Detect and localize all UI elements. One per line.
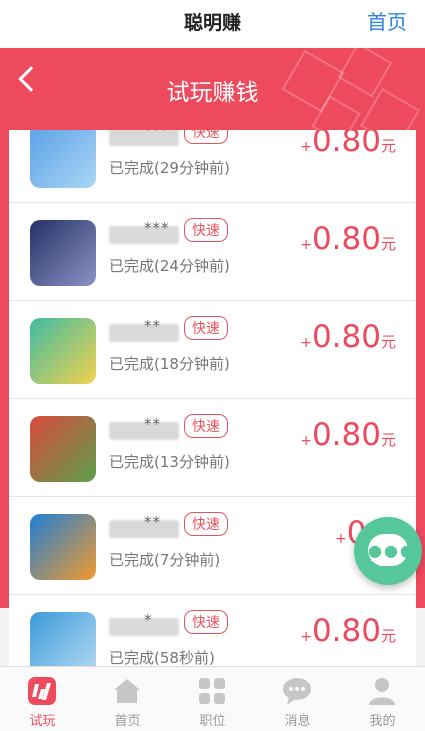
speed-tag: 快速: [184, 610, 228, 634]
home-link[interactable]: 首页: [367, 6, 407, 35]
tab-profile[interactable]: 我的: [340, 667, 425, 731]
task-icon: [28, 677, 56, 705]
reward-amount: +0.80元: [300, 221, 396, 257]
app-icon: [30, 318, 96, 384]
chat-bubble-icon: ●●●: [368, 534, 416, 566]
chat-icon: [283, 678, 311, 705]
speed-tag: 快速: [184, 130, 228, 144]
masked-name: ***: [144, 219, 170, 237]
list-item[interactable]: * 快速 已完成(58秒前) +0.80元: [9, 595, 416, 675]
masked-name: **: [144, 513, 161, 531]
tab-label: 试玩: [29, 714, 56, 729]
speed-tag: 快速: [184, 218, 228, 242]
speed-tag: 快速: [184, 414, 228, 438]
user-icon: [369, 678, 395, 705]
app-icon: [30, 514, 96, 580]
bottom-tab-bar: 试玩 首页 职位 消息 我的: [0, 666, 425, 731]
app-title: 聪明赚: [183, 12, 241, 34]
reward-amount: +0.80元: [300, 130, 396, 159]
chat-fab-button[interactable]: ●●●: [354, 517, 422, 585]
completion-status: 已完成(13分钟前): [109, 453, 230, 471]
reward-amount: +0.80元: [300, 417, 396, 453]
tab-label: 职位: [199, 714, 226, 729]
tab-jobs[interactable]: 职位: [170, 667, 255, 731]
reward-amount: +0.80元: [300, 613, 396, 649]
page-title: 试玩赚钱: [166, 80, 259, 106]
tab-messages[interactable]: 消息: [255, 667, 340, 731]
tab-label: 首页: [114, 714, 141, 729]
masked-name: **: [144, 317, 161, 335]
ellipsis-icon: ●●●: [368, 541, 416, 560]
completion-status: 已完成(29分钟前): [109, 159, 230, 177]
home-icon: [114, 679, 140, 703]
tab-label: 我的: [369, 714, 396, 729]
top-bar: 聪明赚 首页: [0, 0, 425, 48]
speed-tag: 快速: [184, 512, 228, 536]
grid-icon: [199, 678, 225, 704]
tab-label: 消息: [284, 714, 311, 729]
completion-status: 已完成(24分钟前): [109, 257, 230, 275]
completed-task-list: *** 快速 已完成(29分钟前) +0.80元 *** 快速 已完成(24分钟…: [9, 130, 416, 675]
app-icon: [30, 130, 96, 188]
list-item[interactable]: ** 快速 已完成(18分钟前) +0.80元: [9, 301, 416, 399]
list-item[interactable]: *** 快速 已完成(29分钟前) +0.80元: [9, 130, 416, 203]
masked-name: **: [144, 415, 161, 433]
masked-name: ***: [144, 130, 170, 139]
speed-tag: 快速: [184, 316, 228, 340]
completion-status: 已完成(7分钟前): [109, 551, 221, 569]
list-item[interactable]: ** 快速 已完成(13分钟前) +0.80元: [9, 399, 416, 497]
app-icon: [30, 220, 96, 286]
tab-home[interactable]: 首页: [85, 667, 170, 731]
app-icon: [30, 416, 96, 482]
completion-status: 已完成(58秒前): [109, 649, 215, 667]
tab-trial[interactable]: 试玩: [0, 667, 85, 731]
list-item[interactable]: *** 快速 已完成(24分钟前) +0.80元: [9, 203, 416, 301]
masked-name: *: [144, 611, 153, 629]
completion-status: 已完成(18分钟前): [109, 355, 230, 373]
reward-amount: +0.80元: [300, 319, 396, 355]
